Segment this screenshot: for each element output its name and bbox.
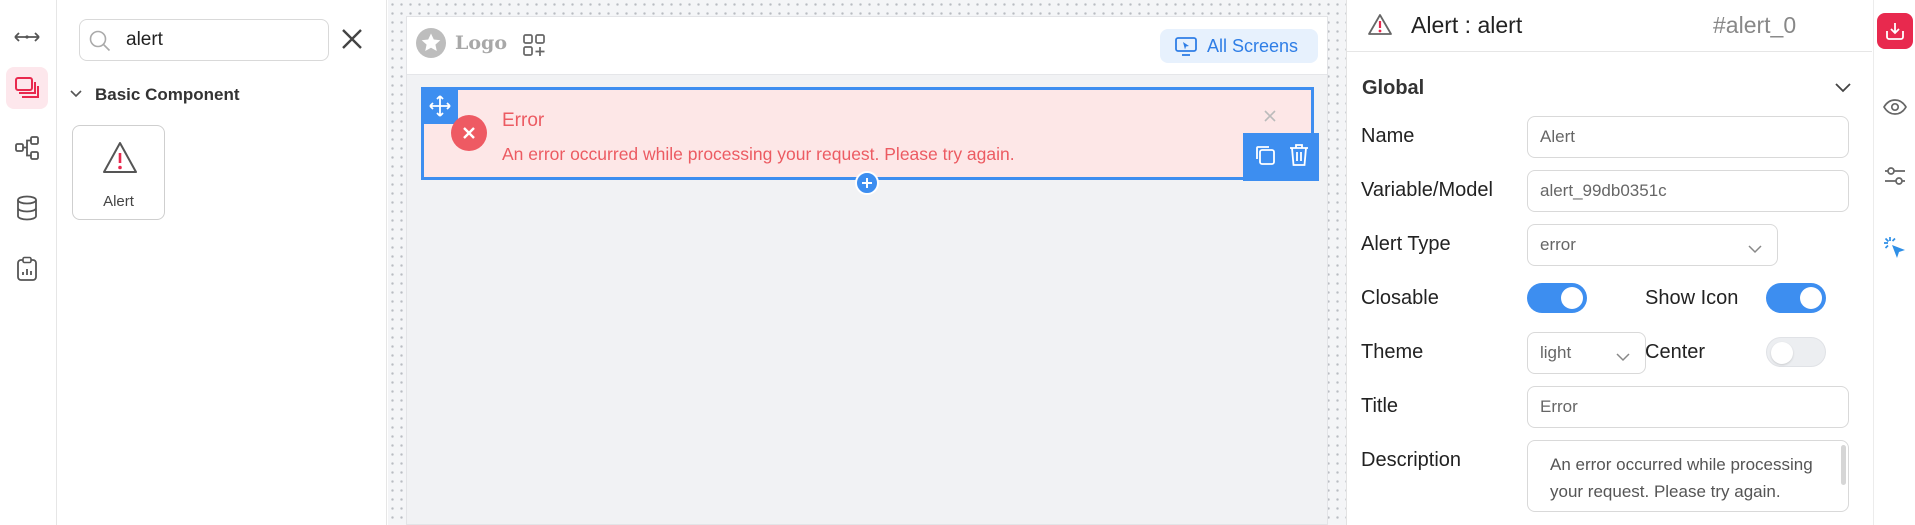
title-label: Title [1361, 395, 1399, 417]
component-actions [1243, 133, 1319, 181]
eye-icon[interactable] [1877, 89, 1913, 125]
description-value: An error occurred while processing your … [1550, 455, 1813, 501]
textarea-scrollbar[interactable] [1841, 445, 1846, 485]
component-group-label: Basic Component [95, 85, 240, 104]
screen-frame[interactable]: Logo All Screens Error An error occurred… [406, 16, 1328, 525]
chevron-down-icon [1747, 239, 1763, 259]
delete-icon[interactable] [1288, 143, 1310, 172]
name-input[interactable]: Alert [1527, 116, 1849, 158]
left-icon-rail [0, 0, 57, 525]
clipboard-chart-icon[interactable] [6, 248, 48, 290]
components-layers-icon[interactable] [6, 67, 48, 109]
alert-triangle-icon [1367, 13, 1393, 42]
alert-description: An error occurred while processing your … [502, 144, 1015, 164]
name-value: Alert [1540, 127, 1575, 146]
right-icon-rail [1873, 0, 1915, 525]
sliders-icon[interactable] [1877, 158, 1913, 194]
clear-search-icon[interactable] [337, 24, 367, 54]
global-section-header[interactable]: Global [1362, 77, 1852, 105]
component-title: Alert : alert [1411, 12, 1523, 38]
variable-input[interactable]: alert_99db0351c [1527, 170, 1849, 212]
alert-title: Error [502, 110, 545, 131]
description-textarea[interactable]: An error occurred while processing your … [1527, 440, 1849, 512]
description-label: Description [1361, 449, 1462, 471]
logo-text: Logo [455, 32, 507, 54]
search-input[interactable] [126, 28, 316, 52]
chevron-down-icon [1834, 81, 1852, 99]
center-label: Center [1645, 341, 1706, 363]
tree-structure-icon[interactable] [6, 127, 48, 169]
move-handle-icon[interactable] [421, 87, 458, 124]
alert-close-icon[interactable] [1262, 108, 1278, 129]
component-search[interactable] [79, 19, 329, 61]
screen-header: Logo All Screens [407, 17, 1327, 75]
theme-label: Theme [1361, 341, 1424, 363]
interaction-cursor-icon[interactable] [1877, 230, 1913, 266]
alert-component[interactable]: Error An error occurred while processing… [421, 87, 1319, 195]
database-icon[interactable] [6, 187, 48, 229]
title-value: Error [1540, 397, 1578, 416]
chevron-down-icon [69, 86, 83, 104]
all-screens-button[interactable]: All Screens [1160, 29, 1318, 63]
monitor-icon [1174, 36, 1198, 56]
alert-component-card[interactable]: Alert [72, 125, 165, 220]
theme-select[interactable]: light [1527, 332, 1646, 374]
download-icon[interactable] [1877, 13, 1913, 49]
name-label: Name [1361, 125, 1415, 147]
closable-label: Closable [1361, 287, 1439, 309]
section-label: Global [1362, 77, 1425, 99]
chevron-down-icon [1615, 347, 1631, 367]
logo: Logo [415, 27, 507, 59]
component-card-label: Alert [103, 193, 134, 210]
component-group-header[interactable]: Basic Component [69, 82, 240, 108]
add-below-icon[interactable] [855, 171, 879, 195]
alert-triangle-icon [101, 140, 139, 181]
add-widget-icon[interactable] [522, 33, 548, 64]
title-input[interactable]: Error [1527, 386, 1849, 428]
theme-value: light [1540, 343, 1572, 362]
search-icon [88, 29, 112, 58]
component-id: #alert_0 [1713, 12, 1797, 38]
show-icon-label: Show Icon [1645, 287, 1739, 309]
navigation-arrows-icon[interactable] [6, 16, 48, 58]
properties-header: Alert : alert #alert_0 [1347, 0, 1872, 52]
all-screens-label: All Screens [1207, 35, 1299, 56]
show-icon-toggle[interactable] [1766, 283, 1826, 313]
logo-star-icon [416, 28, 446, 58]
error-circle-icon [451, 115, 487, 151]
alert-type-select[interactable]: error [1527, 224, 1778, 266]
alert-type-label: Alert Type [1361, 233, 1451, 255]
closable-toggle[interactable] [1527, 283, 1587, 313]
variable-value: alert_99db0351c [1540, 181, 1667, 200]
center-toggle[interactable] [1766, 337, 1826, 367]
alert-type-value: error [1540, 235, 1576, 254]
variable-label: Variable/Model [1361, 179, 1493, 201]
component-panel: Basic Component Alert [57, 0, 387, 525]
design-canvas[interactable]: Logo All Screens Error An error occurred… [388, 0, 1346, 525]
duplicate-icon[interactable] [1253, 143, 1277, 172]
